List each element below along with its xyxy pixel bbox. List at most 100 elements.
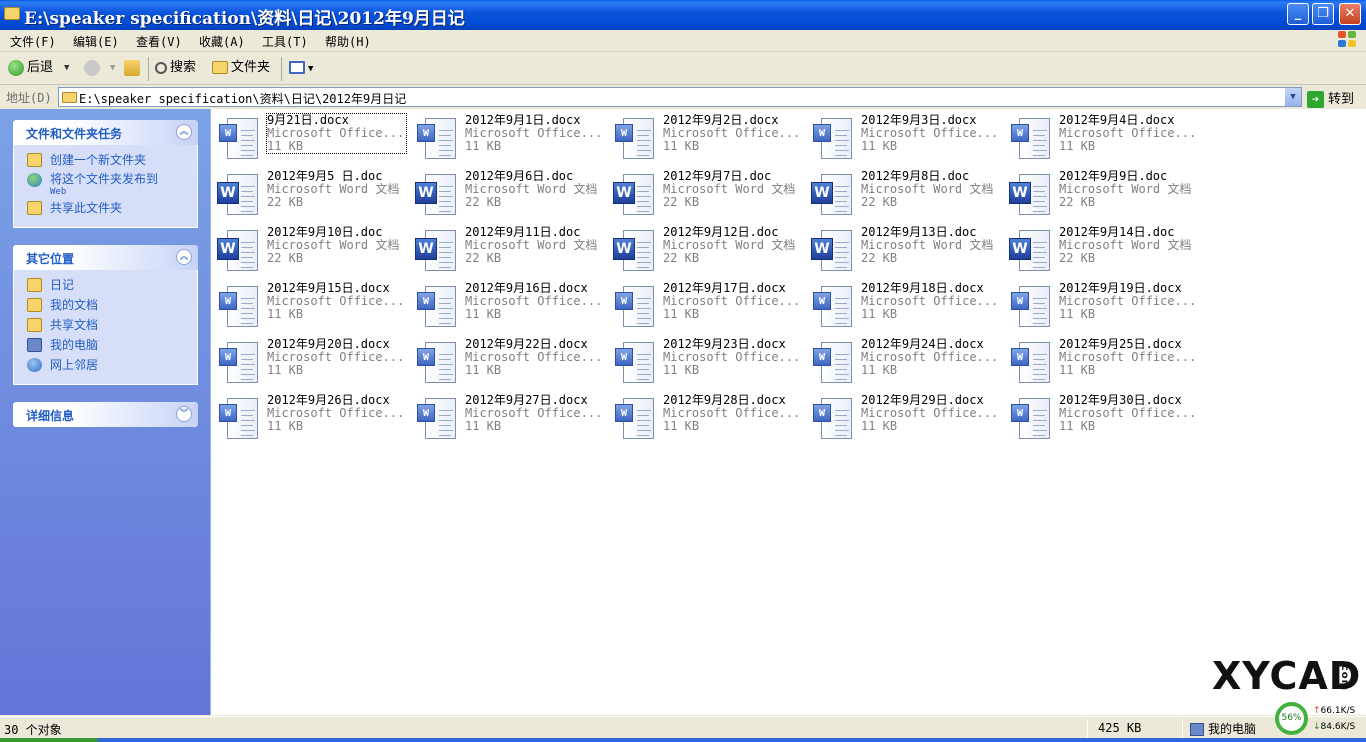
file-item[interactable]: W 2012年9月11日.doc Microsoft Word 文档 22 KB (409, 225, 604, 277)
file-item[interactable]: W 2012年9月10日.doc Microsoft Word 文档 22 KB (211, 225, 406, 277)
file-item[interactable]: W 2012年9月19日.docx Microsoft Office... 11 KB (1003, 281, 1198, 333)
word-docx-icon: W (1009, 118, 1053, 161)
other-places-header[interactable]: 其它位置 ︽ (13, 245, 198, 270)
menu-file[interactable]: 文件(F) (10, 33, 56, 50)
file-item[interactable]: W 2012年9月16日.docx Microsoft Office... 11 KB (409, 281, 604, 333)
task-label: 将这个文件夹发布到 (50, 172, 159, 186)
file-name: 2012年9月8日.doc (861, 170, 970, 183)
word-docx-icon: W (415, 398, 459, 441)
file-item[interactable]: W 2012年9月2日.docx Microsoft Office... 11 KB (607, 113, 802, 165)
file-size: 22 KB (1059, 196, 1096, 209)
file-size: 22 KB (663, 252, 700, 265)
folders-button[interactable]: 文件夹 (212, 59, 270, 79)
file-item[interactable]: W 2012年9月3日.docx Microsoft Office... 11 KB (805, 113, 1000, 165)
search-button[interactable]: 搜索 (155, 59, 196, 79)
file-item[interactable]: W 2012年9月23日.docx Microsoft Office... 11 KB (607, 337, 802, 389)
file-type: Microsoft Office... (861, 127, 999, 140)
views-button[interactable]: ▼ (289, 59, 313, 79)
place-diary[interactable]: 日记 (14, 276, 197, 296)
menu-view[interactable]: 查看(V) (136, 33, 182, 50)
minimize-button[interactable]: _ (1287, 3, 1309, 25)
file-type: Microsoft Office... (1059, 127, 1197, 140)
file-size: 22 KB (663, 196, 700, 209)
menu-help[interactable]: 帮助(H) (325, 33, 371, 50)
file-item[interactable]: W 2012年9月17日.docx Microsoft Office... 11 KB (607, 281, 802, 333)
file-tasks-header[interactable]: 文件和文件夹任务 ︽ (13, 120, 198, 145)
word-doc-icon: W (613, 174, 657, 217)
file-meta: 2012年9月18日.docx Microsoft Office... 11 KB (861, 282, 1000, 321)
file-size: 11 KB (267, 140, 304, 153)
address-input[interactable]: E:\speaker specification\资料\日记\2012年9月日记… (58, 87, 1302, 107)
menu-edit[interactable]: 编辑(E) (73, 33, 119, 50)
file-item[interactable]: W 2012年9月13日.doc Microsoft Word 文档 22 KB (805, 225, 1000, 277)
file-item[interactable]: W 2012年9月7日.doc Microsoft Word 文档 22 KB (607, 169, 802, 221)
file-item[interactable]: W 2012年9月12日.doc Microsoft Word 文档 22 KB (607, 225, 802, 277)
toolbar: 后退 ▼ ▼ 搜索 文件夹 ▼ (0, 53, 1366, 85)
file-item[interactable]: W 2012年9月29日.docx Microsoft Office... 11 KB (805, 393, 1000, 445)
file-meta: 2012年9月10日.doc Microsoft Word 文档 22 KB (267, 226, 406, 265)
task-sublabel: Web (50, 187, 67, 197)
menu-favorites[interactable]: 收藏(A) (199, 33, 245, 50)
file-item[interactable]: W 2012年9月6日.doc Microsoft Word 文档 22 KB (409, 169, 604, 221)
file-item[interactable]: W 2012年9月9日.doc Microsoft Word 文档 22 KB (1003, 169, 1198, 221)
address-dropdown-icon[interactable]: ▼ (1284, 88, 1301, 106)
file-size: 22 KB (861, 252, 898, 265)
file-item[interactable]: W 2012年9月25日.docx Microsoft Office... 11 KB (1003, 337, 1198, 389)
file-name: 2012年9月11日.doc (465, 226, 581, 239)
task-share-folder[interactable]: 共享此文件夹 (14, 199, 197, 219)
file-meta: 2012年9月30日.docx Microsoft Office... 11 KB (1059, 394, 1198, 433)
details-header[interactable]: 详细信息 ︾ (13, 402, 198, 427)
file-type: Microsoft Word 文档 (663, 239, 796, 252)
folder-up-icon (124, 59, 140, 76)
back-dropdown-icon[interactable]: ▼ (64, 59, 69, 79)
menu-tools[interactable]: 工具(T) (262, 33, 308, 50)
file-item[interactable]: W 2012年9月14日.doc Microsoft Word 文档 22 KB (1003, 225, 1198, 277)
file-name: 2012年9月2日.docx (663, 114, 779, 127)
task-pane: 文件和文件夹任务 ︽ 创建一个新文件夹 将这个文件夹发布到 Web 共享此文件夹… (0, 109, 210, 715)
back-button[interactable]: 后退 (8, 59, 53, 79)
file-item[interactable]: W 2012年9月1日.docx Microsoft Office... 11 KB (409, 113, 604, 165)
network-icon (27, 358, 42, 372)
file-item[interactable]: W 2012年9月8日.doc Microsoft Word 文档 22 KB (805, 169, 1000, 221)
word-docx-icon: W (415, 342, 459, 385)
file-item[interactable]: W 2012年9月28日.docx Microsoft Office... 11 KB (607, 393, 802, 445)
place-my-computer[interactable]: 我的电脑 (14, 336, 197, 356)
word-doc-icon: W (811, 174, 855, 217)
file-name: 2012年9月20日.docx (267, 338, 390, 351)
collapse-icon[interactable]: ︽ (176, 124, 192, 140)
file-item[interactable]: W 2012年9月30日.docx Microsoft Office... 11 KB (1003, 393, 1198, 445)
network-speed-widget[interactable]: 56% ↑66.1K/S ↓84.6K/S (1275, 700, 1360, 738)
file-item[interactable]: W 2012年9月26日.docx Microsoft Office... 11 KB (211, 393, 406, 445)
file-item[interactable]: W 2012年9月15日.docx Microsoft Office... 11 KB (211, 281, 406, 333)
file-item[interactable]: W 2012年9月22日.docx Microsoft Office... 11 KB (409, 337, 604, 389)
file-item[interactable]: W 2012年9月4日.docx Microsoft Office... 11 KB (1003, 113, 1198, 165)
folder-icon (27, 278, 42, 292)
place-my-documents[interactable]: 我的文档 (14, 296, 197, 316)
maximize-button[interactable]: ❐ (1312, 3, 1334, 25)
download-speed: ↓84.6K/S (1313, 722, 1355, 732)
close-button[interactable]: ✕ (1339, 3, 1361, 25)
collapse-icon[interactable]: ︽ (176, 249, 192, 265)
file-item[interactable]: W 2012年9月5 日.doc Microsoft Word 文档 22 KB (211, 169, 406, 221)
file-item[interactable]: W 2012年9月18日.docx Microsoft Office... 11 KB (805, 281, 1000, 333)
go-button[interactable]: ➔ 转到 (1307, 88, 1354, 108)
task-publish-web[interactable]: 将这个文件夹发布到 Web (14, 171, 197, 199)
file-type: Microsoft Office... (267, 295, 405, 308)
file-item[interactable]: W 2012年9月24日.docx Microsoft Office... 11 KB (805, 337, 1000, 389)
forward-button[interactable] (84, 59, 103, 79)
expand-icon[interactable]: ︾ (176, 406, 192, 422)
file-item[interactable]: W 2012年9月20日.docx Microsoft Office... 11 KB (211, 337, 406, 389)
word-doc-icon: W (613, 230, 657, 273)
forward-dropdown-icon[interactable]: ▼ (110, 59, 115, 79)
place-shared-documents[interactable]: 共享文档 (14, 316, 197, 336)
other-places-body: 日记 我的文档 共享文档 我的电脑 网上邻居 (13, 270, 198, 385)
up-button[interactable] (124, 59, 143, 79)
file-item[interactable]: W 9月21日.docx Microsoft Office... 11 KB (211, 113, 407, 165)
title-bar[interactable]: E:\speaker specification\资料\日记\2012年9月日记… (0, 0, 1366, 30)
word-docx-icon: W (1009, 286, 1053, 329)
new-folder-icon (27, 153, 42, 167)
place-network[interactable]: 网上邻居 (14, 356, 197, 376)
task-new-folder[interactable]: 创建一个新文件夹 (14, 151, 197, 171)
file-item[interactable]: W 2012年9月27日.docx Microsoft Office... 11 KB (409, 393, 604, 445)
word-doc-icon: W (217, 174, 261, 217)
